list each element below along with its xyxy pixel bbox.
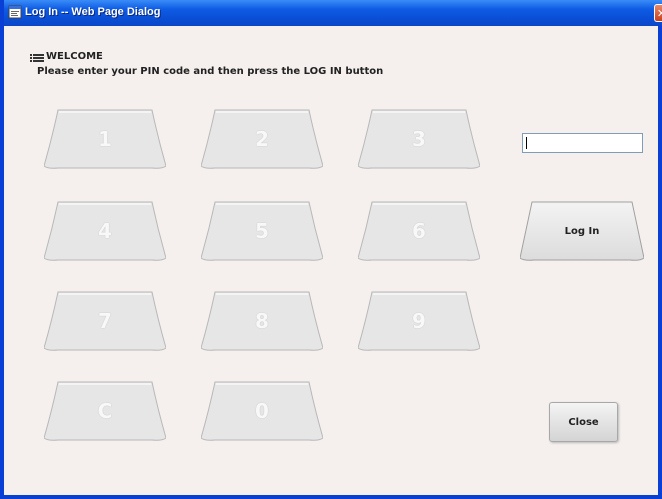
window-title: Log In -- Web Page Dialog [25,6,161,18]
keypad-key-label: 4 [98,219,112,243]
login-button-label: Log In [564,225,600,237]
login-button[interactable]: Log In [520,200,644,262]
keypad-key-8[interactable]: 8 [201,290,323,352]
keypad-key-label: 9 [412,309,426,333]
keypad-key-7[interactable]: 7 [44,290,166,352]
keypad-key-3[interactable]: 3 [358,108,480,170]
keypad-key-label: 8 [255,309,269,333]
keypad-key-0[interactable]: 0 [201,380,323,442]
close-button-label: Close [568,416,599,428]
text-cursor [526,137,527,149]
keypad-key-1[interactable]: 1 [44,108,166,170]
keypad-key-label: 0 [255,399,269,423]
web-page-dialog-icon [8,5,22,19]
keypad-key-label: 2 [255,127,269,151]
title-bar[interactable]: Log In -- Web Page Dialog ✕ [4,0,662,26]
keypad-key-2[interactable]: 2 [201,108,323,170]
keypad-key-4[interactable]: 4 [44,200,166,262]
welcome-heading: WELCOME [46,51,103,62]
pin-input[interactable] [522,133,643,153]
keypad-key-label: C [97,399,113,423]
keypad-key-label: 6 [412,219,426,243]
keypad-key-label: 1 [98,127,112,151]
keypad-key-5[interactable]: 5 [201,200,323,262]
keypad-key-label: 7 [98,309,112,333]
close-icon[interactable]: ✕ [654,4,662,22]
keypad-key-label: 5 [255,219,269,243]
keypad-key-clear[interactable]: C [44,380,166,442]
close-button[interactable]: Close [549,402,618,442]
keypad-key-6[interactable]: 6 [358,200,480,262]
dialog-window: Log In -- Web Page Dialog ✕ WELCOME Plea… [0,0,662,499]
list-icon [30,54,44,62]
keypad-key-9[interactable]: 9 [358,290,480,352]
keypad-key-label: 3 [412,127,426,151]
instructions-text: Please enter your PIN code and then pres… [37,66,384,77]
